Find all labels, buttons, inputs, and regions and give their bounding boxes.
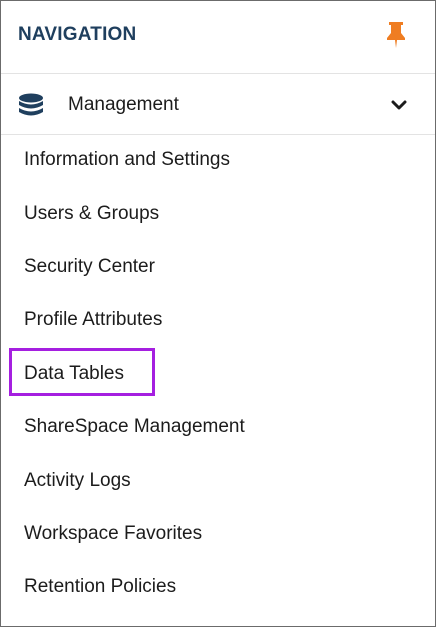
menu-item-information-and-settings[interactable]: Information and Settings: [24, 149, 230, 171]
menu-item-workspace-favorites[interactable]: Workspace Favorites: [24, 523, 202, 545]
navigation-panel: NAVIGATION Management Information and Se…: [0, 0, 436, 627]
chevron-down-icon[interactable]: [391, 99, 407, 111]
menu-item-profile-attributes[interactable]: Profile Attributes: [24, 309, 162, 331]
management-section-header[interactable]: Management: [1, 74, 435, 135]
menu-item-security-center[interactable]: Security Center: [24, 256, 155, 278]
menu-item-users-groups[interactable]: Users & Groups: [24, 203, 159, 225]
highlight-box: [9, 348, 155, 396]
management-label: Management: [68, 94, 179, 115]
menu-item-retention-policies[interactable]: Retention Policies: [24, 576, 176, 598]
navigation-title: NAVIGATION: [18, 24, 137, 45]
pushpin-icon[interactable]: [384, 20, 408, 50]
database-icon: [17, 93, 45, 119]
navigation-header: NAVIGATION: [1, 1, 435, 74]
menu-item-sharespace-management[interactable]: ShareSpace Management: [24, 416, 245, 438]
menu-item-activity-logs[interactable]: Activity Logs: [24, 470, 131, 492]
